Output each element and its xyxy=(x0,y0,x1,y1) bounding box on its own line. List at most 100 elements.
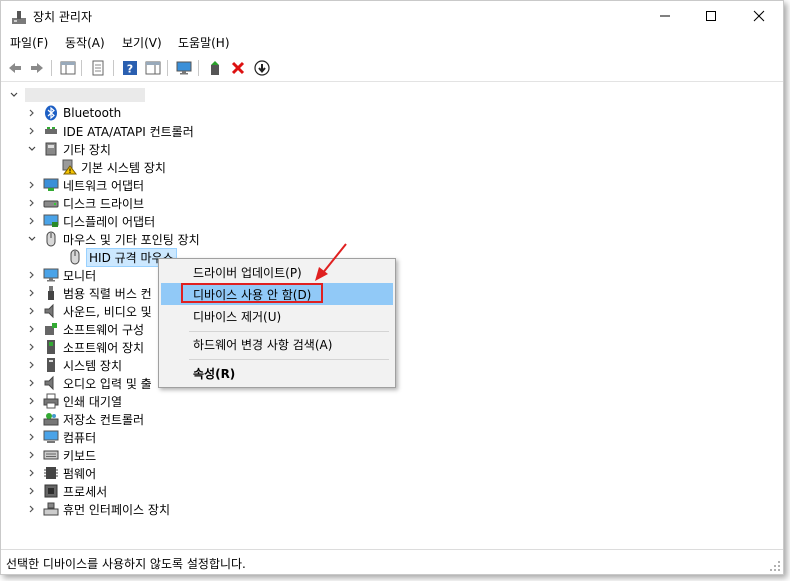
tree-item-hid[interactable]: 휴먼 인터페이스 장치 xyxy=(25,500,170,518)
menu-action[interactable]: 동작(A) xyxy=(65,34,105,51)
tree-item-label: 펌웨어 xyxy=(63,466,97,481)
tree-item-processor[interactable]: 프로세서 xyxy=(25,482,107,500)
tree-item-software-device[interactable]: 소프트웨어 장치 xyxy=(25,338,144,356)
annotation-highlight-box xyxy=(181,283,323,303)
tree-item-print-queues[interactable]: 인쇄 대기열 xyxy=(25,392,122,410)
usb-icon xyxy=(43,285,59,301)
menu-item-uninstall-device[interactable]: 디바이스 제거(U) xyxy=(161,305,393,327)
software-device-icon xyxy=(43,339,59,355)
tree-item-monitor[interactable]: 모니터 xyxy=(25,266,96,284)
chevron-right-icon[interactable] xyxy=(25,446,39,464)
audio-icon xyxy=(43,375,59,391)
update-driver-icon[interactable] xyxy=(206,59,224,77)
toolbar: ? xyxy=(1,55,783,82)
help-icon[interactable]: ? xyxy=(121,59,139,77)
bluetooth-icon xyxy=(43,105,59,121)
tree-item-firmware[interactable]: 펌웨어 xyxy=(25,464,96,482)
tree-item-ide-controller[interactable]: IDE ATA/ATAPI 컨트롤러 xyxy=(25,122,194,140)
tree-item-audio-io[interactable]: 오디오 입력 및 출 xyxy=(25,374,152,392)
menu-item-scan-hardware[interactable]: 하드웨어 변경 사항 검색(A) xyxy=(161,333,393,355)
uninstall-device-icon[interactable] xyxy=(229,59,247,77)
tree-item-other-devices[interactable]: 기타 장치 xyxy=(25,140,111,158)
tree-item-label: 디스크 드라이브 xyxy=(63,196,145,211)
toolbar-separator xyxy=(113,60,114,76)
tree-item-bluetooth[interactable]: Bluetooth xyxy=(25,104,121,122)
close-button[interactable] xyxy=(736,1,782,31)
computer-name-redacted xyxy=(25,88,145,102)
menu-file[interactable]: 파일(F) xyxy=(10,34,48,51)
tree-item-label: 저장소 컨트롤러 xyxy=(63,412,145,427)
tree-item-usb[interactable]: 범용 직렬 버스 컨 xyxy=(25,284,152,302)
tree-root[interactable] xyxy=(7,86,145,104)
mouse-icon xyxy=(67,249,83,265)
tree-item-computer[interactable]: 컴퓨터 xyxy=(25,428,96,446)
chevron-right-icon[interactable] xyxy=(25,482,39,500)
tree-item-system-devices[interactable]: 시스템 장치 xyxy=(25,356,122,374)
chevron-right-icon[interactable] xyxy=(25,338,39,356)
network-adapter-icon xyxy=(43,177,59,193)
chevron-down-icon[interactable] xyxy=(7,86,21,104)
properties-sheet-icon[interactable] xyxy=(89,59,107,77)
action-pane-icon[interactable] xyxy=(144,59,162,77)
chevron-right-icon[interactable] xyxy=(25,428,39,446)
hid-icon xyxy=(43,501,59,517)
tree-item-display-adapter[interactable]: 디스플레이 어댑터 xyxy=(25,212,155,230)
computer-icon xyxy=(43,429,59,445)
chevron-right-icon[interactable] xyxy=(25,392,39,410)
scan-hardware-icon[interactable] xyxy=(175,59,193,77)
chevron-right-icon[interactable] xyxy=(25,500,39,518)
chevron-right-icon[interactable] xyxy=(25,266,39,284)
chevron-down-icon[interactable] xyxy=(25,140,39,158)
menu-separator xyxy=(189,359,389,360)
back-icon[interactable] xyxy=(6,59,24,77)
tree-item-label: 인쇄 대기열 xyxy=(63,394,123,409)
software-component-icon xyxy=(43,321,59,337)
menu-help[interactable]: 도움말(H) xyxy=(178,34,230,51)
tree-item-software-component[interactable]: 소프트웨어 구성 xyxy=(25,320,144,338)
tree-item-sound[interactable]: 사운드, 비디오 및 xyxy=(25,302,152,320)
disable-device-icon[interactable] xyxy=(253,59,271,77)
tree-item-disk-drive[interactable]: 디스크 드라이브 xyxy=(25,194,144,212)
resize-grip-icon[interactable] xyxy=(769,560,781,572)
chevron-right-icon[interactable] xyxy=(25,356,39,374)
tree-item-storage-controllers[interactable]: 저장소 컨트롤러 xyxy=(25,410,144,428)
svg-text:?: ? xyxy=(127,63,133,76)
minimize-button[interactable] xyxy=(642,1,688,31)
show-hide-console-tree-icon[interactable] xyxy=(59,59,77,77)
chevron-right-icon[interactable] xyxy=(25,284,39,302)
menu-item-label: 하드웨어 변경 사항 검색(A) xyxy=(193,337,333,352)
tree-item-label: 네트워크 어댑터 xyxy=(63,178,145,193)
chevron-right-icon[interactable] xyxy=(25,464,39,482)
window-title: 장치 관리자 xyxy=(33,10,93,24)
keyboard-icon xyxy=(43,447,59,463)
chevron-right-icon[interactable] xyxy=(25,374,39,392)
maximize-button[interactable] xyxy=(688,1,734,31)
toolbar-separator xyxy=(51,60,52,76)
speaker-icon xyxy=(43,303,59,319)
tree-item-network-adapter[interactable]: 네트워크 어댑터 xyxy=(25,176,144,194)
chevron-right-icon[interactable] xyxy=(25,104,39,122)
tree-item-label: 소프트웨어 장치 xyxy=(63,340,145,355)
chevron-right-icon[interactable] xyxy=(25,302,39,320)
monitor-icon xyxy=(43,267,59,283)
device-manager-app-icon xyxy=(11,9,27,25)
context-menu: 드라이버 업데이트(P) 디바이스 사용 안 함(D) 디바이스 제거(U) 하… xyxy=(158,258,396,388)
tree-item-label: 기본 시스템 장치 xyxy=(81,160,166,175)
processor-icon xyxy=(43,483,59,499)
device-manager-window: 장치 관리자 파일(F) 동작(A) 보기(V) 도움말(H) ? Blueto… xyxy=(0,0,784,575)
chevron-right-icon[interactable] xyxy=(25,410,39,428)
chevron-right-icon[interactable] xyxy=(25,212,39,230)
chevron-right-icon[interactable] xyxy=(25,176,39,194)
menu-view[interactable]: 보기(V) xyxy=(122,34,162,51)
chevron-right-icon[interactable] xyxy=(25,122,39,140)
chevron-right-icon[interactable] xyxy=(25,320,39,338)
tree-item-base-system-device[interactable]: 기본 시스템 장치 xyxy=(57,158,166,176)
chevron-down-icon[interactable] xyxy=(25,230,39,248)
chevron-right-icon[interactable] xyxy=(25,194,39,212)
menu-separator xyxy=(189,331,389,332)
menu-item-properties[interactable]: 속성(R) xyxy=(161,362,393,384)
tree-item-mice[interactable]: 마우스 및 기타 포인팅 장치 xyxy=(25,230,200,248)
tree-item-keyboard[interactable]: 키보드 xyxy=(25,446,96,464)
menu-item-update-driver[interactable]: 드라이버 업데이트(P) xyxy=(161,261,393,283)
forward-icon[interactable] xyxy=(28,59,46,77)
